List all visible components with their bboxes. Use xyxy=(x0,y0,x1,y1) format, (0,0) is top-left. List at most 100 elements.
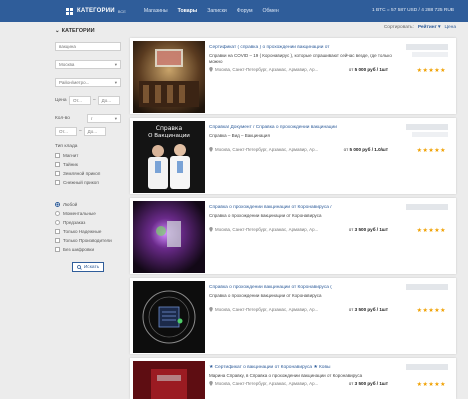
radio-instant[interactable]: Моментальные xyxy=(55,211,112,216)
product-card[interactable]: ★ Сертификат о вакцинации от Коронавирус… xyxy=(130,358,456,399)
city-select[interactable]: Москва ▾ xyxy=(55,60,121,69)
card-price: от 5 000 руб / 1шт xyxy=(349,67,388,72)
sidebar-title-text: КАТЕГОРИИ xyxy=(61,28,95,34)
price-from-placeholder: От... xyxy=(73,98,82,103)
search-input-value: вакцина xyxy=(59,44,76,49)
product-card[interactable]: Справка о прохождении вакцинации от Коро… xyxy=(130,278,456,354)
price-from-input[interactable]: От... xyxy=(69,96,91,105)
card-description: Справка о прохождении вакцинации от Коро… xyxy=(209,293,322,298)
categories-menu[interactable]: КАТЕГОРИИ ВСЕ xyxy=(66,7,126,15)
radio-preorder[interactable]: Предзаказ xyxy=(55,220,112,225)
card-price: от 3 500 руб / 1шт xyxy=(349,381,388,386)
seller-name[interactable] xyxy=(406,124,448,130)
price-value: 3 500 руб / 1шт xyxy=(354,381,388,386)
checkbox[interactable] xyxy=(55,180,60,185)
search-button[interactable]: Искать xyxy=(72,262,104,272)
check-producers[interactable]: Только Производители xyxy=(55,238,112,243)
grid-icon xyxy=(66,7,73,15)
stash-snow[interactable]: Снежный прикоп xyxy=(55,180,100,185)
search-icon xyxy=(76,264,82,270)
product-card[interactable]: Сертификат ( справка ) о прохождении вак… xyxy=(130,38,456,114)
chevron-down-icon: ▾ xyxy=(114,61,117,67)
check-no-encryption[interactable]: Без шифровки xyxy=(55,247,112,252)
price-range: Цена От... – До... xyxy=(55,96,121,105)
qty-row: Кол-во г ▾ xyxy=(55,114,121,123)
nav-forum[interactable]: Форум xyxy=(237,8,253,14)
brand-title: КАТЕГОРИИ xyxy=(77,8,115,14)
top-bar: КАТЕГОРИИ ВСЕ Магазины Товары Записки Фо… xyxy=(0,0,468,22)
nav-goods[interactable]: Товары xyxy=(178,8,198,14)
product-card[interactable]: Справка О Вакцинации Справка/ Документ /… xyxy=(130,118,456,194)
search-input[interactable]: вакцина xyxy=(55,42,121,51)
search-button-label: Искать xyxy=(83,264,100,270)
radio-button[interactable] xyxy=(55,202,60,207)
checkbox[interactable] xyxy=(55,247,60,252)
sort-price[interactable]: Цена xyxy=(444,25,456,30)
nav-notes[interactable]: Записки xyxy=(207,8,227,14)
check-producers-label: Только Производители xyxy=(63,238,112,243)
product-image[interactable] xyxy=(133,41,205,113)
qty-from-input[interactable]: От... xyxy=(55,127,77,136)
btc-rate: 1 BTC = 57 587 USD / 4 288 725 RUB xyxy=(372,8,454,13)
product-image[interactable]: Справка О Вакцинации xyxy=(133,121,205,193)
sidebar-title: ⌄ КАТЕГОРИИ xyxy=(55,28,125,34)
card-title[interactable]: Сертификат ( справка ) о прохождении вак… xyxy=(209,45,379,50)
checkbox[interactable] xyxy=(55,238,60,243)
product-card[interactable]: Справка о прохождении вакцинации от Коро… xyxy=(130,198,456,274)
seller-info xyxy=(412,132,448,137)
card-location: Москва, Санкт-Петербург, Арзамас, Армави… xyxy=(209,381,318,386)
stash-magnet[interactable]: Магнит xyxy=(55,153,100,158)
unit-select[interactable]: г ▾ xyxy=(87,114,121,123)
card-title[interactable]: Справка о прохождении вакцинации от Коро… xyxy=(209,285,379,290)
card-location: Москва, Санкт-Петербург, Арзамас, Армави… xyxy=(209,307,318,312)
price-label: Цена xyxy=(55,98,67,103)
nav-exchange[interactable]: Обмен xyxy=(263,8,279,14)
checkbox[interactable] xyxy=(55,153,60,158)
price-value: 5 000 руб / 1.0/шт xyxy=(349,147,388,152)
card-title[interactable]: Справка о прохождении вакцинации от Коро… xyxy=(209,205,379,210)
product-photo-icon xyxy=(133,361,205,399)
location-pin-icon xyxy=(209,307,213,312)
check-reliable[interactable]: Только Надежные xyxy=(55,229,112,234)
card-title[interactable]: Справка/ Документ / Справка о прохождени… xyxy=(209,125,379,130)
stash-ground-label: Земляной прикоп xyxy=(63,171,101,176)
card-location-text: Москва, Санкт-Петербург, Арзамас, Армави… xyxy=(215,307,319,312)
brand-sub: ВСЕ xyxy=(117,8,126,14)
card-price: от 3 500 руб / 1шт xyxy=(349,227,388,232)
seller-name[interactable] xyxy=(406,44,448,50)
card-description: Справки на COVID – 19 ( Коронавирус ), к… xyxy=(209,53,392,64)
card-description: Справка о прохождении вакцинации от Коро… xyxy=(209,213,322,218)
stash-hide[interactable]: Тайник xyxy=(55,162,100,167)
nav-shops[interactable]: Магазины xyxy=(144,8,168,14)
price-to-input[interactable]: До... xyxy=(97,96,120,105)
card-description: Марина Справку, в Справка о прохождении … xyxy=(209,373,363,378)
checkbox[interactable] xyxy=(55,171,60,176)
chevron-down-icon: ⌄ xyxy=(55,28,60,34)
seller-name[interactable] xyxy=(406,284,448,290)
district-select[interactable]: Район/метро... ▾ xyxy=(55,78,121,87)
checkbox[interactable] xyxy=(55,162,60,167)
product-image[interactable] xyxy=(133,201,205,273)
radio-button[interactable] xyxy=(55,211,60,216)
qty-to-input[interactable]: До... xyxy=(83,127,106,136)
district-select-value: Район/метро... xyxy=(59,80,90,85)
seller-name[interactable] xyxy=(406,204,448,210)
seller-name[interactable] xyxy=(406,364,448,370)
qty-from-placeholder: От... xyxy=(59,129,68,134)
card-title[interactable]: ★ Сертификат о вакцинации от Коронавирус… xyxy=(209,365,379,370)
product-image[interactable] xyxy=(133,361,205,399)
rating-stars: ★★★★★ xyxy=(416,68,446,74)
product-image[interactable] xyxy=(133,281,205,353)
radio-any[interactable]: Любой xyxy=(55,202,112,207)
stash-ground[interactable]: Земляной прикоп xyxy=(55,171,100,176)
price-prefix: от xyxy=(348,381,354,386)
sort-bar: Сортировать: Рейтинг ▾ Цена xyxy=(384,25,456,30)
stash-hide-label: Тайник xyxy=(63,162,78,167)
location-pin-icon xyxy=(209,147,213,152)
checkbox[interactable] xyxy=(55,229,60,234)
radio-button[interactable] xyxy=(55,220,60,225)
rating-stars: ★★★★★ xyxy=(416,148,446,154)
sort-rating[interactable]: Рейтинг ▾ xyxy=(418,25,441,30)
qty-label: Кол-во xyxy=(55,116,70,121)
card-location-text: Москва, Санкт-Петербург, Арзамас, Армави… xyxy=(215,227,319,232)
